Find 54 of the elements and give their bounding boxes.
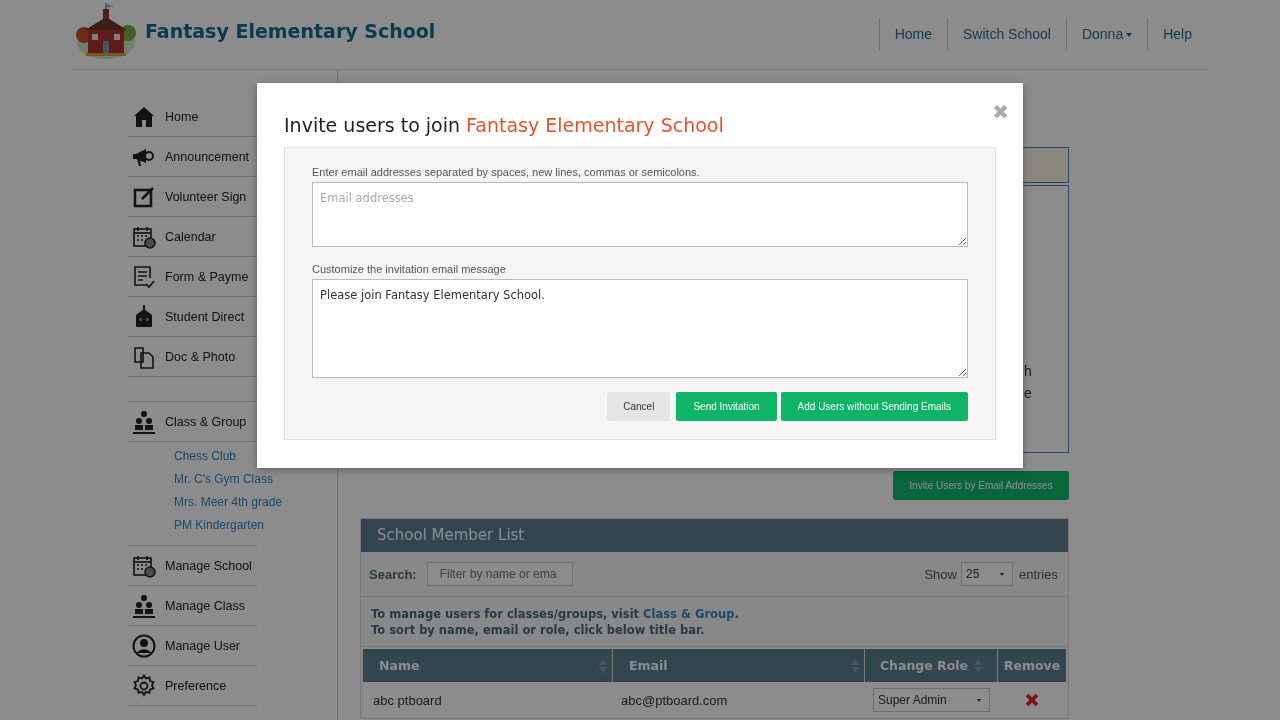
search-label: Search:	[369, 566, 417, 582]
send-button[interactable]: Add Users without Sending Emails	[780, 392, 968, 421]
gear-icon	[132, 673, 156, 698]
invite-button[interactable]: Invite Users by Email Addresses	[893, 471, 1069, 500]
home-icon	[132, 104, 156, 129]
show-label: Show	[924, 566, 957, 582]
sidebar-item[interactable]: Manage Class	[128, 586, 257, 626]
cancel-button[interactable]: Cancel	[607, 392, 671, 421]
notice-text: To manage users for classes/groups, visit Class & Group.	[371, 606, 740, 622]
checklist-icon	[132, 264, 156, 289]
sidebar-item[interactable]: Manage User	[128, 626, 257, 666]
sidebar-item[interactable]: Preference	[128, 666, 257, 706]
sidebar-item[interactable]: Calendar	[128, 217, 257, 257]
sidebar-item[interactable]: Home	[128, 97, 257, 137]
notice-text: To sort by name, email or role, click below title bar.	[371, 622, 706, 638]
entries-label: entries	[1018, 566, 1058, 582]
message-field[interactable]: Please join Fantasy Elementary School.	[312, 279, 968, 378]
nav-link[interactable]: Donna	[1066, 25, 1148, 42]
panel-text: e	[1024, 384, 1033, 403]
nav-link[interactable]: Switch School	[948, 25, 1066, 42]
class-link[interactable]: Mrs. Meer 4th grade	[174, 494, 283, 510]
nav-link[interactable]: Home	[879, 25, 947, 42]
caret-icon	[1126, 33, 1133, 37]
sidebar-item[interactable]: Manage School	[128, 546, 257, 586]
calendar-icon	[132, 224, 156, 249]
people-icon	[132, 409, 156, 434]
school-name: Fantasy Elementary School	[145, 19, 436, 42]
table-cell-text: abc ptboard	[372, 691, 443, 710]
field-label: Enter email addresses separated by spaces, new lines, commas or semicolons.	[312, 166, 701, 178]
edit-icon	[132, 184, 156, 209]
table-cell-text: abc@ptboard.com	[620, 691, 729, 710]
class-group-link[interactable]: Class & Group	[643, 607, 735, 621]
field-label: Customize the invitation email message	[312, 263, 507, 276]
school-house-logo	[76, 2, 136, 59]
send-button[interactable]: Send Invitation	[676, 392, 777, 421]
email-field[interactable]: Email addresses	[312, 182, 968, 248]
dialog-title: Invite users to join Fantasy Elementary School	[284, 114, 724, 136]
page-size-select[interactable]: 25	[960, 562, 1013, 586]
nav-link[interactable]: Help	[1148, 25, 1207, 42]
class-link[interactable]: Mr. C's Gym Class	[174, 471, 273, 487]
sidebar-item[interactable]: Student Direct	[128, 297, 257, 337]
class-link[interactable]: PM Kindergarten	[174, 517, 265, 533]
user-icon	[132, 633, 156, 658]
people-icon	[132, 593, 156, 618]
panel-text: h	[1024, 362, 1033, 381]
class-link[interactable]: Chess Club	[174, 448, 237, 464]
card-title: School Member List	[361, 519, 1068, 552]
documents-icon	[132, 344, 156, 369]
calendar-icon	[132, 553, 156, 578]
close-button[interactable]: ✖	[992, 99, 1009, 124]
column-header[interactable]: Remove	[998, 649, 1066, 682]
search-field[interactable]: Filter by name or ema	[426, 562, 573, 586]
remove-icon[interactable]	[1025, 693, 1039, 707]
role-select[interactable]: Super Admin	[873, 688, 990, 712]
